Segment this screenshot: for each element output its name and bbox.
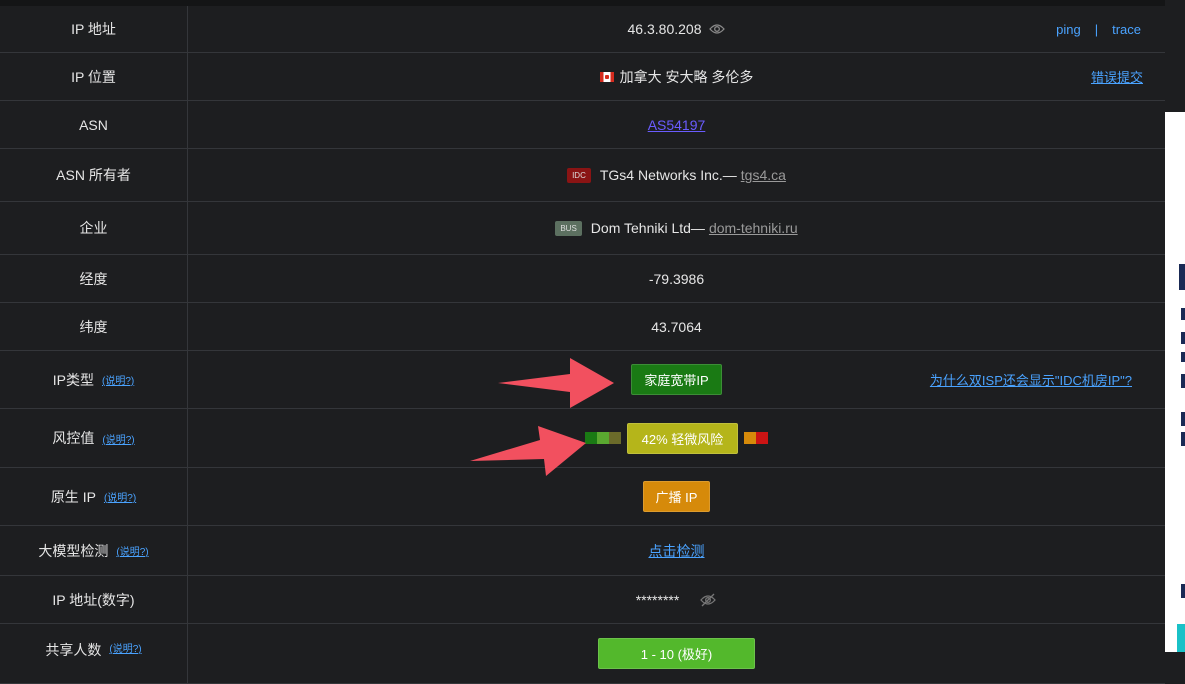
row-ip-numeric: IP 地址(数字) ********	[0, 576, 1165, 624]
llm-check-label: 大模型检测	[38, 542, 109, 559]
company-value: Dom Tehniki Ltd—	[590, 220, 705, 236]
row-value: ********	[188, 576, 1165, 623]
row-company: 企业 BUS Dom Tehniki Ltd— dom-tehniki.ru	[0, 202, 1165, 255]
row-label: IP 地址(数字)	[0, 576, 188, 623]
row-label: 纬度	[0, 303, 188, 350]
idc-tag: IDC	[567, 167, 591, 183]
row-label: ASN	[0, 101, 188, 148]
report-error-link[interactable]: 错误提交	[1091, 67, 1143, 86]
risk-label: 风控值	[52, 430, 95, 446]
bus-tag: BUS	[555, 220, 582, 236]
asn-owner-domain-link[interactable]: tgs4.ca	[741, 167, 786, 183]
eye-icon[interactable]	[709, 23, 726, 35]
row-label: 企业	[0, 202, 188, 254]
dual-isp-faq-link[interactable]: 为什么双ISP还会显示"IDC机房IP"?	[930, 370, 1132, 389]
side-panel-top	[1165, 0, 1185, 112]
trace-link[interactable]: trace	[1112, 22, 1141, 37]
risk-score-badge: 42% 轻微风险	[626, 422, 739, 454]
row-value: 46.3.80.208 ping | trace	[188, 6, 1165, 52]
ping-trace-links: ping | trace	[1056, 22, 1141, 37]
ip-type-label: IP类型	[52, 371, 94, 388]
row-ip-address: IP 地址 46.3.80.208 ping | trace	[0, 6, 1165, 53]
row-label: 原生 IP (说明?)	[0, 468, 188, 525]
ping-link[interactable]: ping	[1056, 22, 1081, 37]
row-value: AS54197	[188, 101, 1165, 148]
help-link[interactable]: (说明?)	[102, 431, 134, 446]
row-value: 加拿大 安大略 多伦多 错误提交	[188, 53, 1165, 100]
row-label: 大模型检测 (说明?)	[0, 526, 188, 575]
row-value: IDC TGs4 Networks Inc.— tgs4.ca	[188, 149, 1165, 201]
row-label: IP类型 (说明?)	[0, 351, 188, 408]
eye-off-icon[interactable]	[699, 593, 717, 607]
row-value: 43.7064	[188, 303, 1165, 350]
longitude-value: -79.3986	[648, 270, 705, 287]
row-label: IP 地址	[0, 6, 188, 52]
asn-link[interactable]: AS54197	[648, 117, 706, 133]
row-label: 经度	[0, 255, 188, 302]
row-asn: ASN AS54197	[0, 101, 1165, 149]
annotation-arrow-risk	[470, 426, 586, 476]
row-ip-location: IP 位置 加拿大 安大略 多伦多 错误提交	[0, 53, 1165, 101]
row-label: 风控值 (说明?)	[0, 409, 188, 467]
row-label: ASN 所有者	[0, 149, 188, 201]
native-ip-label: 原生 IP	[50, 488, 96, 505]
row-asn-owner: ASN 所有者 IDC TGs4 Networks Inc.— tgs4.ca	[0, 149, 1165, 202]
row-latitude: 纬度 43.7064	[0, 303, 1165, 351]
shared-users-badge: 1 - 10 (极好)	[597, 638, 756, 669]
risk-scale-high	[744, 432, 769, 444]
row-value: -79.3986	[188, 255, 1165, 302]
help-link[interactable]: (说明?)	[104, 489, 136, 504]
ip-type-badge: 家庭宽带IP	[631, 364, 722, 395]
row-llm-check: 大模型检测 (说明?) 点击检测	[0, 526, 1165, 576]
ip-address-value: 46.3.80.208	[627, 21, 702, 37]
row-shared-users: 共享人数 (说明?) 1 - 10 (极好)	[0, 624, 1165, 684]
help-link[interactable]: (说明?)	[102, 372, 134, 387]
company-domain-link[interactable]: dom-tehniki.ru	[709, 220, 798, 236]
shared-users-label: 共享人数	[45, 642, 102, 658]
row-value: 42% 轻微风险	[188, 409, 1165, 467]
side-panel-button[interactable]	[1177, 624, 1185, 652]
row-value: 家庭宽带IP 为什么双ISP还会显示"IDC机房IP"?	[188, 351, 1165, 408]
row-label: IP 位置	[0, 53, 188, 100]
row-longitude: 经度 -79.3986	[0, 255, 1165, 303]
ip-numeric-value: ********	[635, 591, 680, 608]
ip-info-table: IP 地址 46.3.80.208 ping | trace IP 位置 加拿大 安…	[0, 6, 1165, 684]
location-value: 加拿大 安大略 多伦多	[619, 68, 754, 85]
row-value: 广播 IP	[188, 468, 1165, 525]
click-check-link[interactable]: 点击检测	[649, 541, 705, 561]
help-link[interactable]: (说明?)	[116, 543, 148, 558]
latitude-value: 43.7064	[651, 318, 702, 335]
canada-flag-icon	[599, 71, 614, 82]
row-value: 1 - 10 (极好)	[188, 624, 1165, 683]
side-panel	[1165, 112, 1185, 652]
link-separator: |	[1094, 21, 1099, 37]
native-ip-badge: 广播 IP	[642, 481, 711, 512]
annotation-arrow-ip-type	[498, 358, 614, 408]
help-link[interactable]: (说明?)	[109, 640, 141, 655]
row-value: 点击检测	[188, 526, 1165, 575]
risk-scale-low	[584, 432, 621, 444]
asn-owner-value: TGs4 Networks Inc.—	[599, 167, 737, 183]
row-label: 共享人数 (说明?)	[0, 624, 188, 683]
row-value: BUS Dom Tehniki Ltd— dom-tehniki.ru	[188, 202, 1165, 254]
